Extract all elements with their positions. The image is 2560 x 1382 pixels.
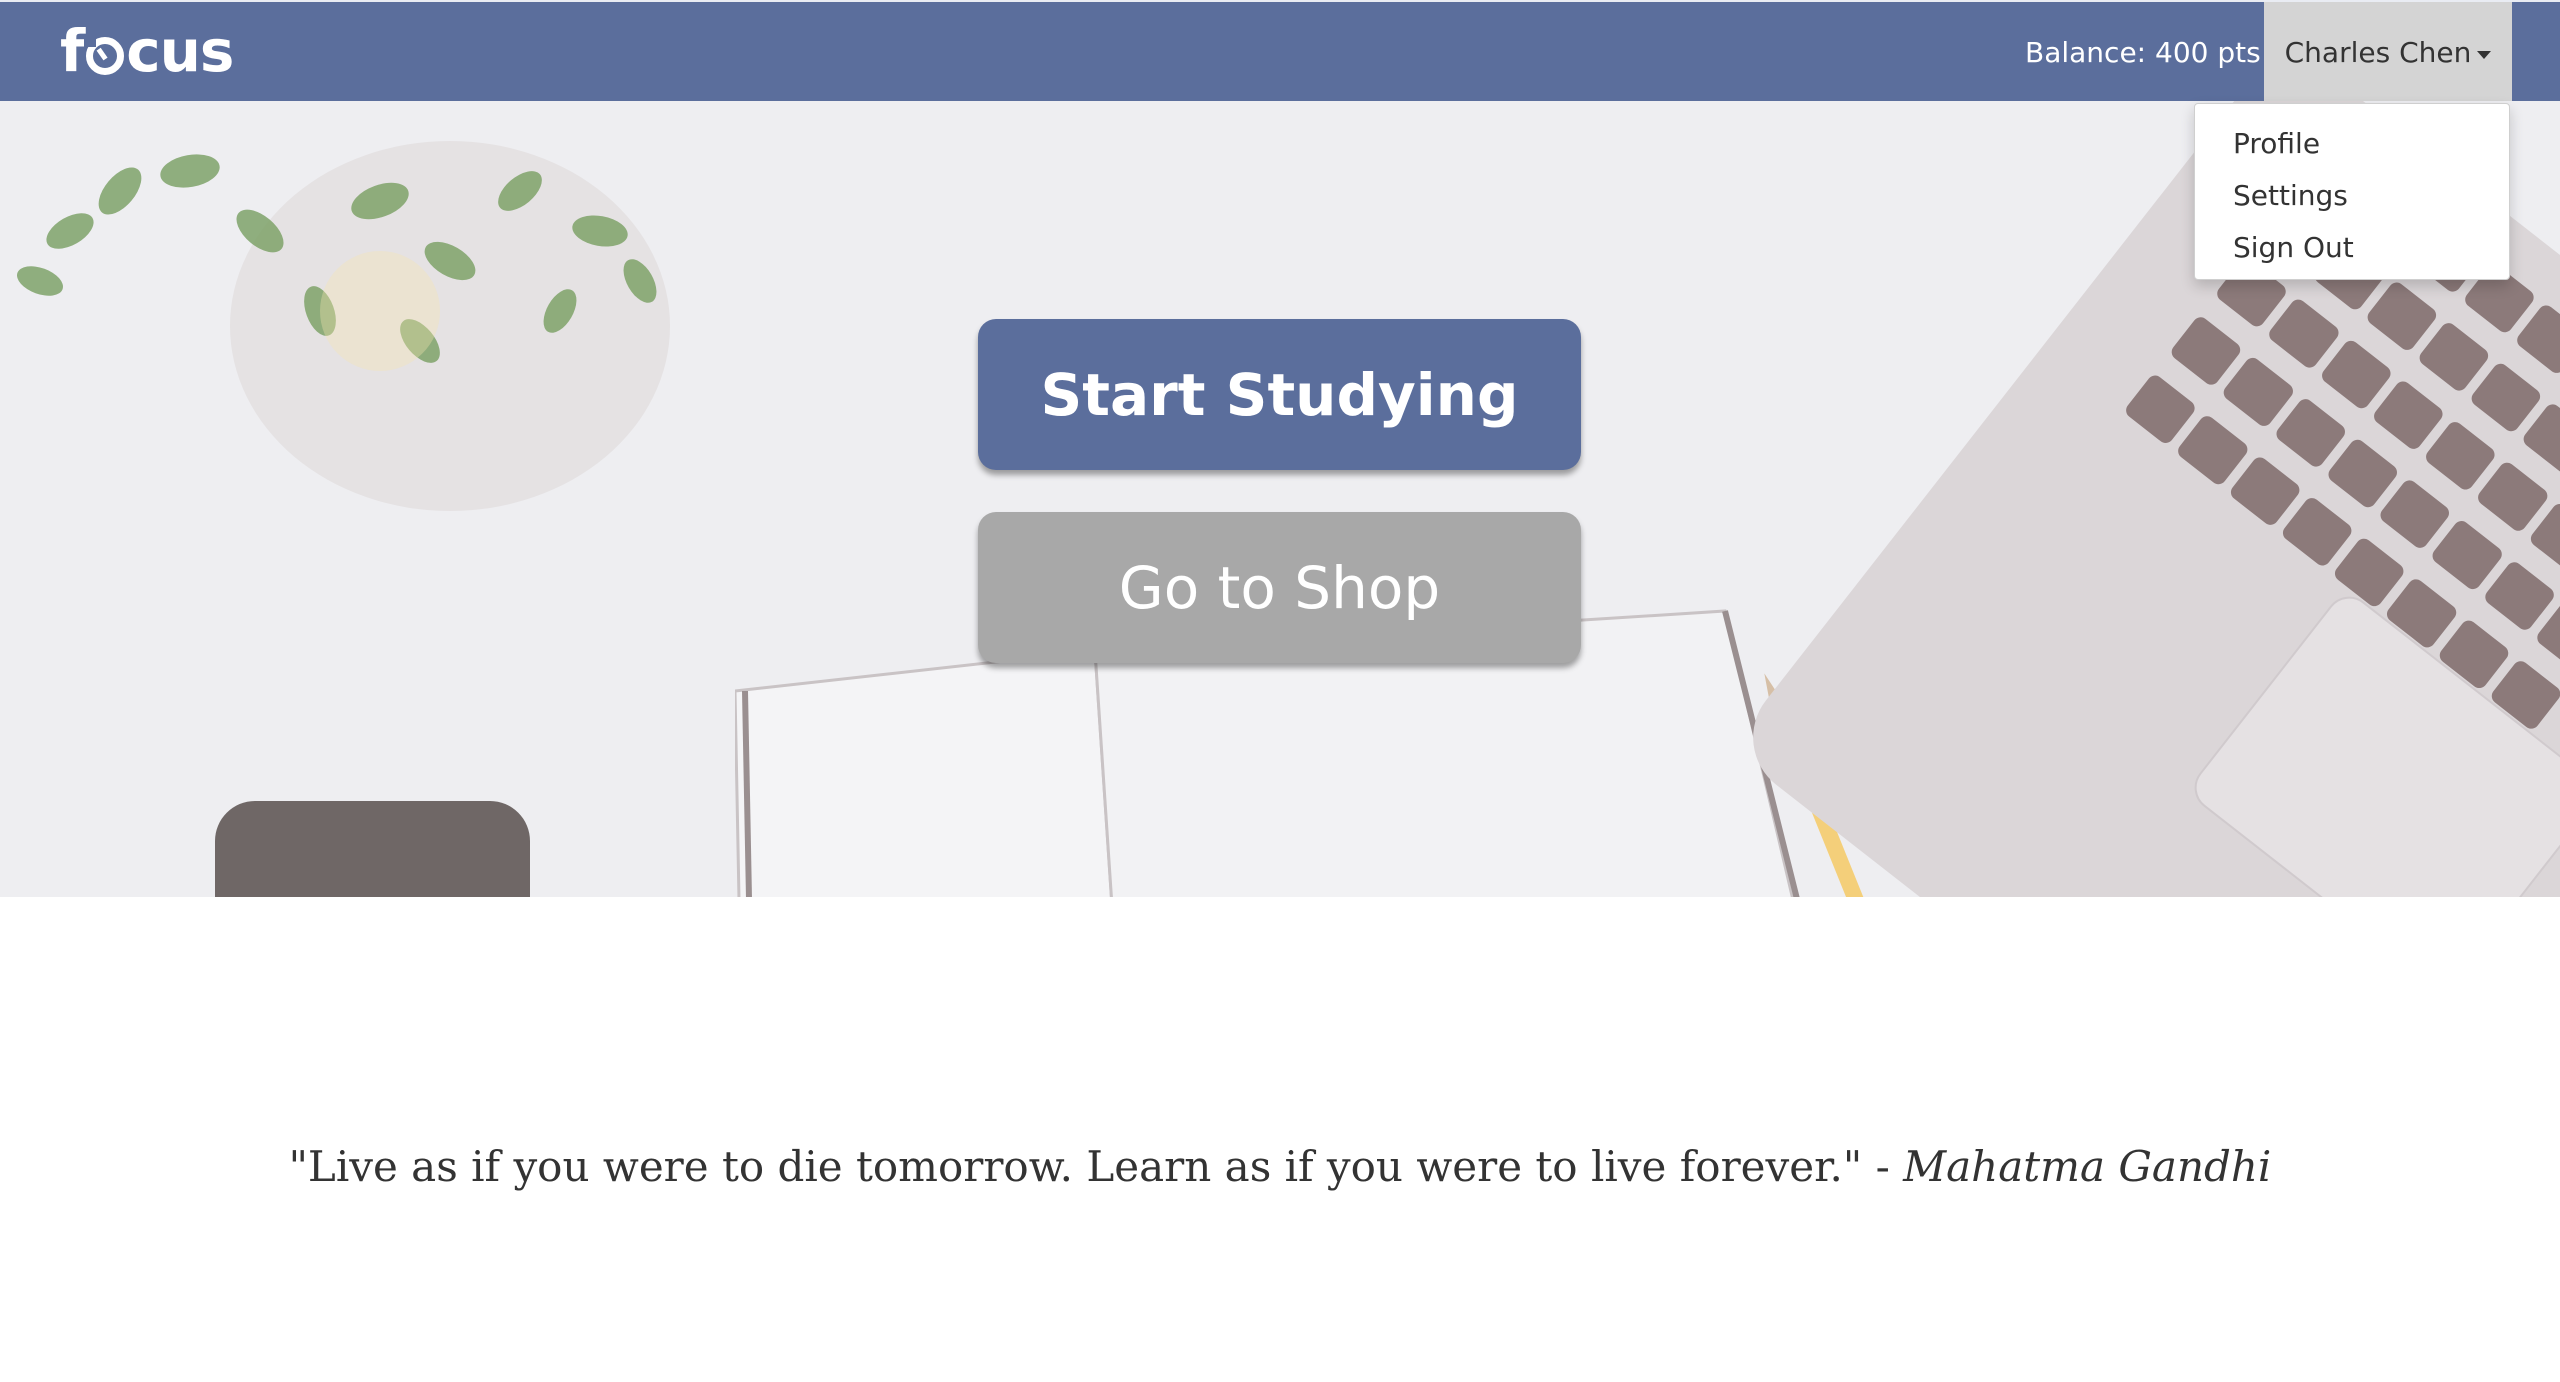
user-name: Charles Chen	[2284, 36, 2472, 69]
menu-item-settings[interactable]: Settings	[2195, 170, 2509, 222]
start-studying-button[interactable]: Start Studying	[978, 319, 1581, 470]
focus-logo[interactable]: f cus	[60, 17, 234, 85]
plant-leaves-image	[17, 154, 657, 371]
menu-item-profile[interactable]: Profile	[2195, 118, 2509, 170]
user-menu-toggle[interactable]: Charles Chen	[2264, 2, 2512, 103]
balance-label: Balance: 400 pts	[2025, 36, 2261, 69]
caret-down-icon	[2477, 50, 2492, 59]
user-dropdown-menu: Profile Settings Sign Out	[2194, 103, 2510, 280]
brand-prefix: f	[60, 17, 85, 85]
go-to-shop-button[interactable]: Go to Shop	[978, 512, 1581, 663]
motivational-quote: "Live as if you were to die tomorrow. Le…	[0, 1142, 2560, 1191]
quote-author: Mahatma Gandhi	[1903, 1142, 2272, 1191]
brand-suffix: cus	[126, 17, 234, 85]
quote-text: "Live as if you were to die tomorrow. Le…	[288, 1142, 1890, 1191]
top-navbar: f cus Balance: 400 pts Charles Chen	[0, 0, 2560, 103]
phone-image	[215, 801, 530, 897]
clock-icon	[84, 35, 125, 75]
hero-section: Start Studying Go to Shop	[0, 101, 2560, 897]
menu-item-sign-out[interactable]: Sign Out	[2195, 222, 2509, 274]
